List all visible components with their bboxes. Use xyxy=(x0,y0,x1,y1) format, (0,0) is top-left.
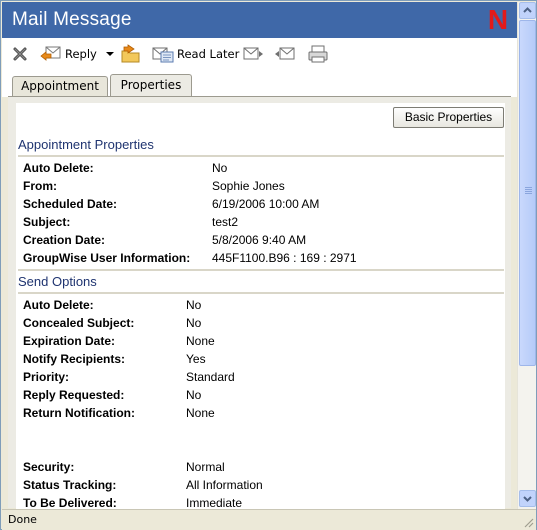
vertical-scrollbar[interactable] xyxy=(517,2,536,509)
property-label: GroupWise User Information: xyxy=(23,251,191,265)
property-label: Subject: xyxy=(23,215,71,229)
option-value: Immediate xyxy=(186,496,243,509)
printer-icon xyxy=(308,45,328,63)
option-label: Security: xyxy=(23,460,75,474)
chevron-down-icon[interactable] xyxy=(103,49,117,59)
thumb-grip xyxy=(525,193,532,194)
send-options-heading: Send Options xyxy=(18,274,97,289)
toolbar: Reply Read Later xyxy=(2,38,517,70)
property-label: Auto Delete: xyxy=(23,161,94,175)
read-later-label: Read Later xyxy=(177,47,240,61)
close-x-icon xyxy=(13,47,27,61)
property-value: 5/8/2006 9:40 AM xyxy=(212,233,307,247)
property-label: Scheduled Date: xyxy=(23,197,118,211)
reply-label: Reply xyxy=(65,47,97,61)
property-value: 445F1100.B96 : 169 : 2971 xyxy=(212,251,357,265)
forward-button[interactable] xyxy=(120,42,142,66)
properties-content: Basic Properties Appointment Properties … xyxy=(16,103,505,509)
read-later-button[interactable]: Read Later xyxy=(152,42,239,66)
thumb-grip xyxy=(525,189,532,190)
scroll-thumb[interactable] xyxy=(519,20,536,366)
close-button[interactable] xyxy=(12,42,28,66)
appointment-properties-heading: Appointment Properties xyxy=(18,137,154,152)
scroll-up-button[interactable] xyxy=(519,2,536,19)
option-label: Priority: xyxy=(23,370,70,384)
thumb-grip xyxy=(525,191,532,192)
resize-grip-icon[interactable] xyxy=(522,516,534,528)
option-label: Concealed Subject: xyxy=(23,316,135,330)
chevron-up-icon xyxy=(523,7,532,13)
property-label: From: xyxy=(23,179,57,193)
basic-properties-button[interactable]: Basic Properties xyxy=(393,107,504,128)
option-value: None xyxy=(186,334,215,348)
section-divider xyxy=(18,155,504,157)
option-value: Standard xyxy=(186,370,235,384)
title-bar: Mail Message N xyxy=(2,2,517,38)
properties-panel: Basic Properties Appointment Properties … xyxy=(8,96,511,509)
option-value: No xyxy=(186,298,202,312)
window-title: Mail Message xyxy=(12,9,132,30)
property-value: test2 xyxy=(212,215,239,229)
option-value: Normal xyxy=(186,460,225,474)
tab-properties[interactable]: Properties xyxy=(110,74,192,97)
option-label: Return Notification: xyxy=(23,406,135,420)
option-value: None xyxy=(186,406,215,420)
forward-folder-icon xyxy=(121,44,140,63)
tab-appointment[interactable]: Appointment xyxy=(12,76,108,97)
scroll-down-button[interactable] xyxy=(519,490,536,507)
section-divider xyxy=(18,292,504,294)
option-value: No xyxy=(186,388,202,402)
option-label: Status Tracking: xyxy=(23,478,117,492)
option-label: Reply Requested: xyxy=(23,388,125,402)
reply-button[interactable]: Reply xyxy=(40,42,117,66)
status-text: Done xyxy=(8,513,37,526)
print-button[interactable] xyxy=(307,42,329,66)
property-value: 6/19/2006 10:00 AM xyxy=(212,197,320,211)
novell-logo: N xyxy=(487,4,509,35)
envelope-next-icon xyxy=(243,47,263,60)
status-bar: Done xyxy=(2,509,536,530)
property-value: Sophie Jones xyxy=(212,179,285,193)
option-value: All Information xyxy=(186,478,263,492)
section-divider xyxy=(18,269,504,271)
option-value: No xyxy=(186,316,202,330)
tab-strip: Appointment Properties xyxy=(2,70,517,97)
read-later-icon xyxy=(152,47,174,63)
option-label: Expiration Date: xyxy=(23,334,116,348)
option-label: Auto Delete: xyxy=(23,298,94,312)
property-label: Creation Date: xyxy=(23,233,106,247)
next-message-button[interactable] xyxy=(242,42,264,66)
option-value: Yes xyxy=(186,352,206,366)
chevron-down-icon xyxy=(523,496,532,502)
reply-icon xyxy=(40,46,61,61)
mail-message-window: Mail Message N Reply Read Later Appointm… xyxy=(0,0,537,530)
thumb-grip xyxy=(525,187,532,188)
option-label: Notify Recipients: xyxy=(23,352,126,366)
envelope-previous-icon xyxy=(275,47,295,60)
previous-message-button[interactable] xyxy=(274,42,296,66)
property-value: No xyxy=(212,161,228,175)
option-label: To Be Delivered: xyxy=(23,496,117,509)
